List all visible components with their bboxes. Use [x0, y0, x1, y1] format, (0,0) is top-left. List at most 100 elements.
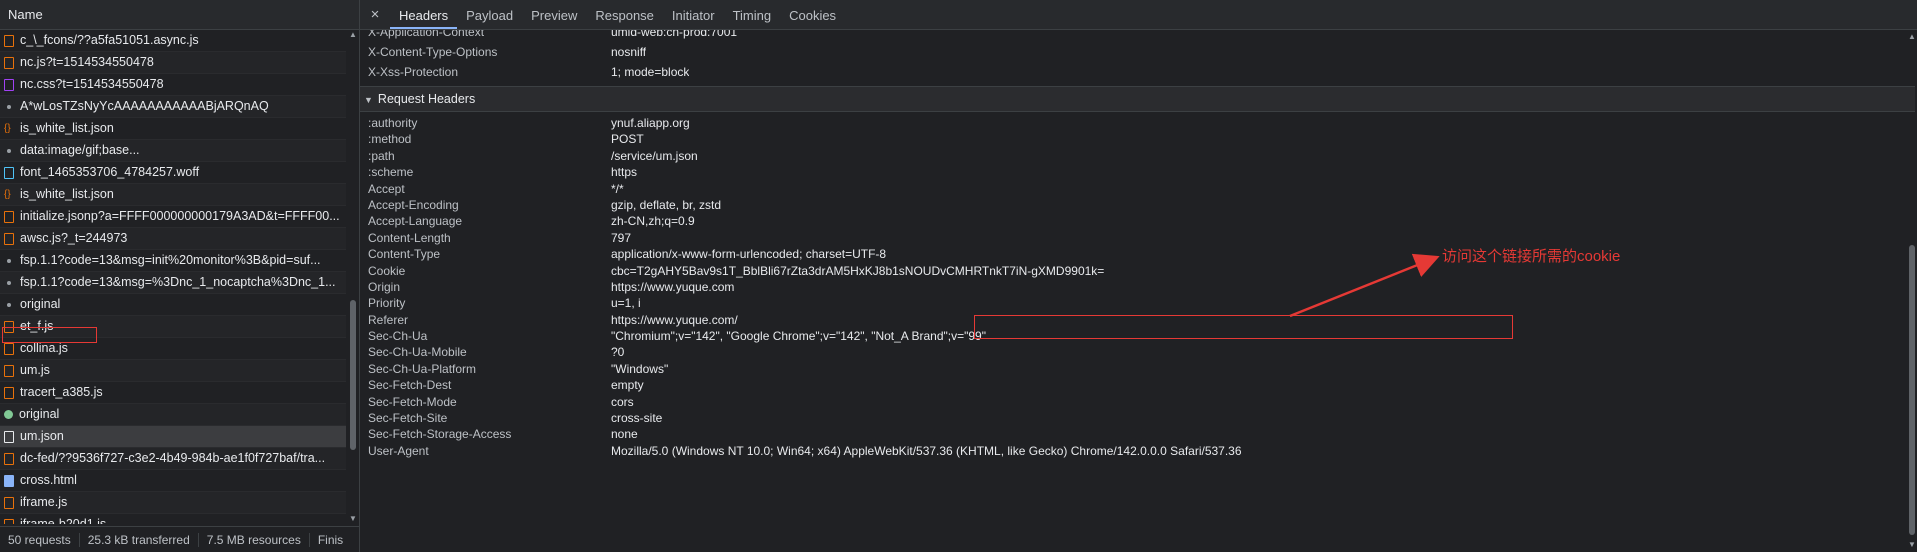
- tab-response[interactable]: Response: [586, 0, 663, 29]
- header-value[interactable]: u=1, i: [611, 295, 641, 311]
- request-row[interactable]: collina.js: [0, 338, 346, 360]
- request-row[interactable]: tracert_a385.js: [0, 382, 346, 404]
- tiny-resource-icon: [7, 280, 11, 285]
- collapse-triangle-icon[interactable]: ▼: [364, 88, 373, 112]
- tab-cookies[interactable]: Cookies: [780, 0, 845, 29]
- request-row[interactable]: {} is_white_list.json: [0, 184, 346, 206]
- tab-preview[interactable]: Preview: [522, 0, 586, 29]
- js-file-icon: [4, 342, 14, 355]
- request-row[interactable]: fsp.1.1?code=13&msg=%3Dnc_1_nocaptcha%3D…: [0, 272, 346, 294]
- scroll-up-icon[interactable]: ▲: [1907, 32, 1917, 42]
- request-row[interactable]: A*wLosTZsNyYcAAAAAAAAAAABjARQnAQ: [0, 96, 346, 118]
- tiny-resource-icon: [7, 104, 11, 109]
- header-value[interactable]: 1; mode=block: [611, 62, 689, 82]
- header-value[interactable]: https://www.yuque.com/: [611, 312, 738, 328]
- request-name: fsp.1.1?code=13&msg=%3Dnc_1_nocaptcha%3D…: [20, 275, 336, 289]
- request-row[interactable]: dc-fed/??9536f727-c3e2-4b49-984b-ae1f0f7…: [0, 448, 346, 470]
- request-row[interactable]: {} is_white_list.json: [0, 118, 346, 140]
- header-row: X-Application-Context umid-web:cn-prod:70…: [360, 30, 1915, 42]
- request-row[interactable]: iframe-b20d1.js: [0, 514, 346, 524]
- transferred-size: 25.3 kB transferred: [80, 532, 199, 547]
- tab-initiator[interactable]: Initiator: [663, 0, 724, 29]
- header-value[interactable]: cors: [611, 394, 634, 410]
- request-list-panel: Name c_\_fcons/??a5fa51051.async.js nc.js…: [0, 0, 360, 552]
- tiny-resource-icon: [7, 258, 11, 263]
- request-name: dc-fed/??9536f727-c3e2-4b49-984b-ae1f0f7…: [20, 451, 326, 465]
- request-row[interactable]: fsp.1.1?code=13&msg=init%20monitor%3B&pi…: [0, 250, 346, 272]
- header-row: Priority u=1, i: [360, 295, 1915, 311]
- header-value[interactable]: Mozilla/5.0 (Windows NT 10.0; Win64; x64…: [611, 443, 1242, 459]
- name-column-header[interactable]: Name: [0, 0, 359, 30]
- request-name: um.json: [20, 429, 64, 443]
- header-value[interactable]: application/x-www-form-urlencoded; chars…: [611, 246, 886, 262]
- scroll-down-icon[interactable]: ▼: [1907, 540, 1917, 550]
- request-row[interactable]: cross.html: [0, 470, 346, 492]
- header-name: Sec-Ch-Ua-Mobile: [368, 345, 467, 360]
- request-row[interactable]: original: [0, 404, 346, 426]
- header-value[interactable]: "Windows": [611, 361, 668, 377]
- request-row[interactable]: um.js: [0, 360, 346, 382]
- request-list-scrollbar[interactable]: ▲ ▼: [348, 30, 358, 524]
- request-row[interactable]: original: [0, 294, 346, 316]
- request-name: is_white_list.json: [20, 187, 114, 201]
- header-value[interactable]: ?0: [611, 344, 624, 360]
- request-name: tracert_a385.js: [20, 385, 103, 399]
- request-headers-title: Request Headers: [377, 92, 476, 106]
- json-file-icon: {}: [4, 122, 11, 134]
- request-name: data:image/gif;base...: [20, 143, 140, 157]
- header-value[interactable]: cross-site: [611, 410, 662, 426]
- header-value[interactable]: none: [611, 426, 638, 442]
- js-file-icon: [4, 34, 14, 47]
- close-icon[interactable]: ×: [360, 0, 390, 29]
- header-name: :scheme: [368, 165, 414, 180]
- request-row[interactable]: iframe.js: [0, 492, 346, 514]
- header-value[interactable]: */*: [611, 181, 624, 197]
- request-row[interactable]: et_f.js: [0, 316, 346, 338]
- request-row[interactable]: initialize.jsonp?a=FFFF000000000179A3AD&…: [0, 206, 346, 228]
- scroll-thumb[interactable]: [350, 300, 356, 450]
- header-name: X-Content-Type-Options: [368, 45, 498, 59]
- scroll-down-icon[interactable]: ▼: [348, 514, 358, 524]
- header-name: Origin: [368, 279, 401, 294]
- request-row[interactable]: data:image/gif;base...: [0, 140, 346, 162]
- header-value[interactable]: POST: [611, 131, 644, 147]
- js-file-icon: [4, 320, 14, 333]
- request-name: collina.js: [20, 341, 68, 355]
- request-name: iframe.js: [20, 495, 68, 509]
- header-value[interactable]: https://www.yuque.com: [611, 279, 734, 295]
- header-value[interactable]: 797: [611, 230, 631, 246]
- request-name: awsc.js?_t=244973: [20, 231, 128, 245]
- request-row[interactable]: um.json: [0, 426, 346, 448]
- header-row: Content-Length 797: [360, 230, 1915, 246]
- header-value[interactable]: zh-CN,zh;q=0.9: [611, 213, 695, 229]
- header-value[interactable]: nosniff: [611, 42, 646, 62]
- request-row[interactable]: nc.css?t=1514534550478: [0, 74, 346, 96]
- header-value[interactable]: empty: [611, 377, 644, 393]
- tab-payload[interactable]: Payload: [457, 0, 522, 29]
- tab-timing[interactable]: Timing: [724, 0, 781, 29]
- js-file-icon: [4, 364, 14, 377]
- header-name: Sec-Fetch-Site: [368, 411, 448, 426]
- header-name: :authority: [368, 116, 418, 130]
- header-value[interactable]: "Chromium";v="142", "Google Chrome";v="1…: [611, 328, 986, 344]
- scroll-up-icon[interactable]: ▲: [348, 30, 358, 40]
- header-value[interactable]: umid-web:cn-prod:7001: [611, 30, 737, 42]
- header-value[interactable]: cbc=T2gAHY5Bav9s1T_BblBli67rZta3drAM5HxK…: [611, 263, 1104, 279]
- scroll-thumb[interactable]: [1909, 245, 1915, 535]
- tab-headers[interactable]: Headers: [390, 0, 458, 29]
- header-name: :method: [368, 132, 412, 147]
- header-row: Cookie cbc=T2gAHY5Bav9s1T_BblBli67rZta3dr…: [360, 263, 1915, 279]
- header-name: X-Application-Context: [368, 30, 485, 39]
- request-row[interactable]: font_1465353706_4784257.woff: [0, 162, 346, 184]
- header-value[interactable]: https: [611, 164, 637, 180]
- request-name: font_1465353706_4784257.woff: [20, 165, 200, 179]
- request-row[interactable]: nc.js?t=1514534550478: [0, 52, 346, 74]
- request-headers-section-header[interactable]: ▼ Request Headers: [360, 86, 1915, 112]
- header-value[interactable]: /service/um.json: [611, 148, 698, 164]
- image-icon: [4, 410, 13, 419]
- header-value[interactable]: gzip, deflate, br, zstd: [611, 197, 721, 213]
- details-scrollbar[interactable]: ▲ ▼: [1907, 30, 1917, 552]
- request-row[interactable]: c_\_fcons/??a5fa51051.async.js: [0, 30, 346, 52]
- request-row[interactable]: awsc.js?_t=244973: [0, 228, 346, 250]
- header-value[interactable]: ynuf.aliapp.org: [611, 115, 690, 131]
